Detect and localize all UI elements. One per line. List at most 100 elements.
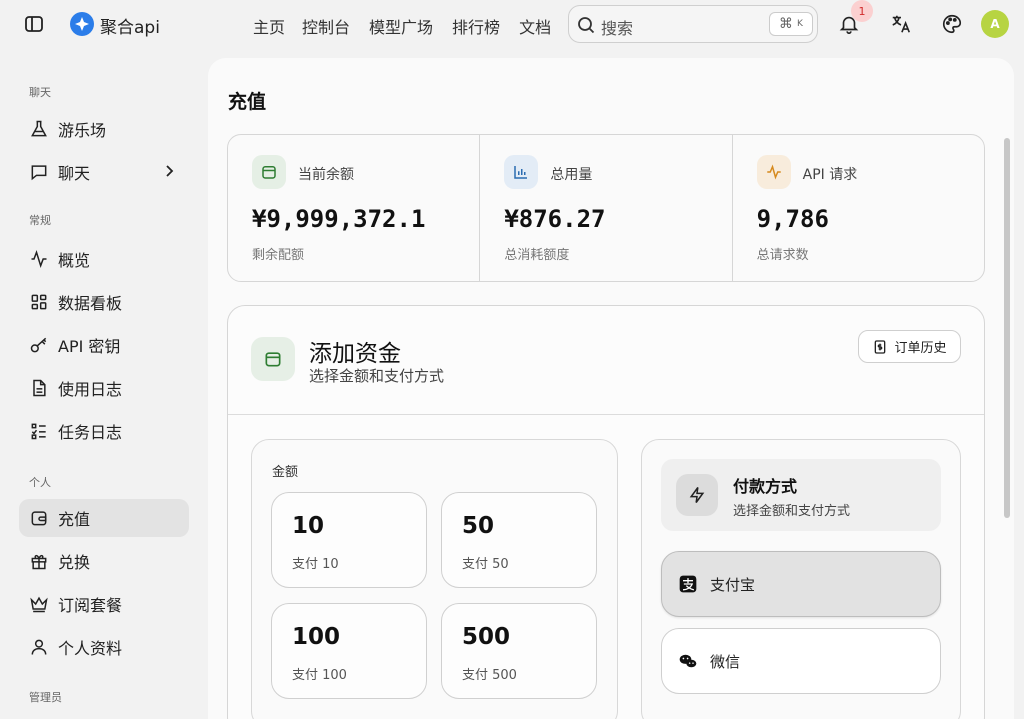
- wallet-icon: [252, 155, 286, 189]
- command-key-symbol: ⌘: [779, 16, 794, 32]
- page-title: 充值: [228, 91, 267, 113]
- sidebar-item-label: 兑换: [58, 553, 91, 572]
- sidebar-item-task-logs[interactable]: 任务日志: [19, 412, 189, 450]
- user-icon: [29, 637, 49, 657]
- amount-value: 100: [292, 624, 341, 650]
- stat-value: ¥9,999,372.1: [252, 205, 426, 233]
- alipay-icon: [678, 574, 698, 594]
- stat-label: 当前余额: [298, 167, 354, 183]
- dashboard-icon: [29, 292, 49, 312]
- sidebar-item-label: API 密钥: [58, 337, 121, 356]
- sidebar-item-label: 任务日志: [58, 423, 123, 442]
- payment-option-label: 微信: [710, 652, 741, 671]
- payment-section: 付款方式 选择金额和支付方式 支付宝 微信: [641, 439, 961, 719]
- stat-value: ¥876.27: [504, 205, 606, 233]
- nav-leaderboard[interactable]: 排行榜: [452, 14, 500, 38]
- sidebar-item-topup[interactable]: 充值: [19, 499, 189, 537]
- lightning-icon: [676, 474, 718, 516]
- sidebar-toggle-icon[interactable]: [22, 12, 46, 36]
- payment-option-label: 支付宝: [710, 575, 756, 594]
- search-shortcut: ⌘ K: [769, 12, 813, 36]
- sidebar-item-label: 充值: [58, 510, 91, 529]
- nav-docs[interactable]: 文档: [519, 14, 551, 38]
- nav-console[interactable]: 控制台: [302, 14, 350, 38]
- amount-pay: 支付 500: [462, 668, 517, 683]
- sidebar-section-admin: 管理员: [29, 691, 62, 704]
- nav-model-square[interactable]: 模型广场: [369, 14, 433, 38]
- stat-card-balance: 当前余额 ¥9,999,372.1 剩余配额: [228, 135, 481, 281]
- amount-label: 金额: [272, 465, 299, 480]
- bar-chart-icon: [504, 155, 539, 189]
- sidebar-item-label: 数据看板: [58, 294, 123, 313]
- search-input[interactable]: 搜索 ⌘ K: [568, 5, 818, 43]
- scrollbar[interactable]: [1004, 138, 1010, 518]
- payment-option-wechat[interactable]: 微信: [661, 628, 941, 694]
- stat-value: 9,786: [756, 205, 829, 233]
- payment-option-alipay[interactable]: 支付宝: [661, 551, 941, 617]
- wallet-icon: [29, 508, 49, 528]
- key-icon: [29, 335, 49, 355]
- main-panel: 充值 当前余额 ¥9,999,372.1 剩余配额 总用量 ¥876.27 总消…: [208, 58, 1014, 719]
- top-bar: 聚合api 主页 控制台 模型广场 排行榜 文档 搜索 ⌘ K 1 A: [0, 0, 1024, 48]
- order-history-button[interactable]: 订单历史: [858, 330, 961, 363]
- translate-icon[interactable]: [889, 12, 913, 36]
- stat-label: 总用量: [550, 167, 593, 183]
- amount-option-50[interactable]: 50 支付 50: [441, 492, 597, 588]
- top-nav: 主页 控制台 模型广场 排行榜 文档: [253, 14, 551, 38]
- activity-icon: [29, 249, 49, 269]
- sidebar-item-redeem[interactable]: 兑换: [19, 542, 189, 580]
- amount-section: 金额 10 支付 10 50 支付 50 100 支付 100 500 支付 5…: [251, 439, 618, 719]
- stat-card-requests: API 请求 9,786 总请求数: [733, 135, 984, 281]
- divider: [228, 414, 984, 415]
- payment-title: 付款方式: [733, 477, 798, 496]
- sidebar-item-profile[interactable]: 个人资料: [19, 628, 189, 666]
- crown-icon: [29, 594, 49, 614]
- flask-icon: [29, 119, 49, 139]
- amount-option-10[interactable]: 10 支付 10: [271, 492, 427, 588]
- sidebar-item-label: 个人资料: [58, 639, 123, 658]
- chevron-right-icon[interactable]: [161, 163, 177, 179]
- sidebar-item-subscription[interactable]: 订阅套餐: [19, 585, 189, 623]
- add-funds-card: 添加资金 选择金额和支付方式 订单历史 金额 10 支付 10 50 支付 50…: [227, 305, 985, 719]
- stat-label: API 请求: [802, 167, 858, 183]
- notification-badge: 1: [851, 0, 873, 22]
- amount-pay: 支付 50: [462, 557, 509, 572]
- stat-sub: 总消耗额度: [504, 248, 570, 263]
- payment-subtitle: 选择金额和支付方式: [733, 504, 851, 519]
- sidebar-item-usage-logs[interactable]: 使用日志: [19, 369, 189, 407]
- sidebar-item-dashboard[interactable]: 数据看板: [19, 283, 189, 321]
- sidebar-section-general: 常规: [29, 214, 51, 227]
- list-check-icon: [29, 421, 49, 441]
- sidebar-item-overview[interactable]: 概览: [19, 240, 189, 278]
- search-placeholder: 搜索: [601, 19, 634, 38]
- brand-name[interactable]: 聚合api: [100, 13, 160, 38]
- sidebar-section-personal: 个人: [29, 476, 51, 489]
- stat-sub: 总请求数: [756, 248, 809, 263]
- sidebar-item-label: 聊天: [58, 164, 91, 183]
- amount-value: 10: [292, 513, 325, 539]
- palette-icon[interactable]: [940, 12, 964, 36]
- order-history-label: 订单历史: [894, 341, 947, 356]
- sidebar-item-label: 游乐场: [58, 121, 107, 140]
- amount-pay: 支付 10: [292, 557, 339, 572]
- document-icon: [29, 378, 49, 398]
- amount-option-100[interactable]: 100 支付 100: [271, 603, 427, 699]
- sidebar-item-label: 订阅套餐: [58, 596, 123, 615]
- receipt-icon: [872, 339, 888, 355]
- nav-home[interactable]: 主页: [253, 14, 285, 38]
- sidebar-item-label: 概览: [58, 251, 91, 270]
- shortcut-letter: K: [797, 19, 803, 29]
- add-funds-title: 添加资金: [309, 341, 401, 367]
- logo-icon[interactable]: [70, 12, 94, 36]
- sidebar-item-playground[interactable]: 游乐场: [19, 110, 189, 148]
- wechat-icon: [678, 651, 698, 671]
- stat-sub: 剩余配额: [252, 248, 305, 263]
- avatar[interactable]: A: [981, 10, 1009, 38]
- pulse-icon: [756, 155, 791, 189]
- sidebar-item-chat[interactable]: 聊天: [19, 153, 189, 191]
- sidebar-section-chat: 聊天: [29, 86, 51, 99]
- sidebar-item-api-keys[interactable]: API 密钥: [19, 326, 189, 364]
- sidebar-item-label: 使用日志: [58, 380, 123, 399]
- amount-option-500[interactable]: 500 支付 500: [441, 603, 597, 699]
- add-funds-subtitle: 选择金额和支付方式: [309, 367, 445, 385]
